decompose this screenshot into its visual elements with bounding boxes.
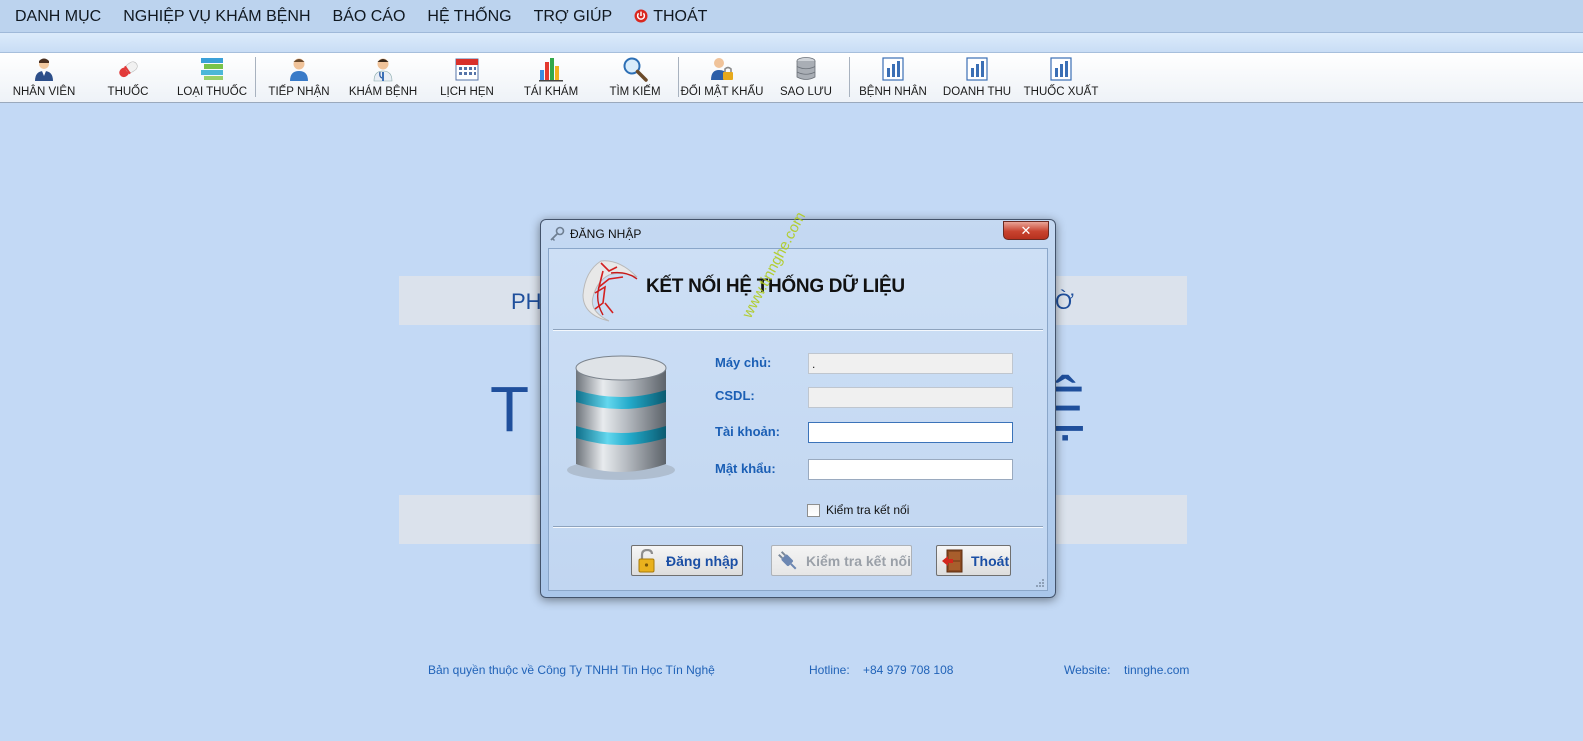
test-connection-button-label: Kiểm tra kết nối: [805, 552, 911, 569]
tool-thuoc-xuat[interactable]: THUỐC XUẤT: [1019, 53, 1103, 103]
tool-benh-nhan[interactable]: BỆNH NHÂN: [851, 53, 935, 103]
toolbar-separator: [678, 57, 679, 97]
banner-text-right: Ờ: [1055, 289, 1074, 314]
key-icon: [550, 226, 565, 241]
tool-tai-kham[interactable]: TÁI KHÁM: [509, 53, 593, 103]
footer-copyright: Bản quyền thuộc về Công Ty TNHH Tin Học …: [428, 663, 715, 677]
tool-label: LỊCH HẸN: [440, 86, 494, 98]
employee-icon: [35, 58, 53, 81]
category-list-icon: [201, 58, 223, 80]
tool-nhan-vien[interactable]: NHÂN VIÊN: [2, 53, 86, 103]
database-icon: [567, 355, 675, 480]
tool-tim-kiem[interactable]: TÌM KIẾM: [593, 53, 677, 103]
database-input[interactable]: [808, 387, 1013, 408]
tool-label: THUỐC XUẤT: [1023, 86, 1099, 98]
divider: [553, 329, 1043, 331]
plug-icon: [778, 550, 797, 569]
toolbar-separator: [255, 57, 256, 97]
menu-thoat-label: THOÁT: [653, 7, 708, 25]
tool-sao-luu[interactable]: SAO LƯU: [764, 53, 848, 103]
tool-label: KHÁM BỆNH: [348, 86, 418, 98]
report-icon: [1050, 57, 1072, 81]
menu-nghiep-vu-kham-benh[interactable]: NGHIỆP VỤ KHÁM BỆNH: [112, 0, 321, 33]
close-icon: ✕: [1020, 222, 1032, 238]
divider: [553, 526, 1043, 528]
tool-doi-mat-khau[interactable]: ĐỔI MẬT KHẨU: [680, 53, 764, 103]
big-title-left: T: [490, 373, 530, 445]
bar-chart-icon: [539, 58, 563, 82]
tool-label: LOẠI THUỐC: [176, 86, 248, 98]
menu-thoat[interactable]: THOÁT: [623, 0, 718, 33]
user-lock-icon: [711, 58, 733, 80]
exit-button[interactable]: Thoát: [936, 545, 1011, 576]
password-input[interactable]: [808, 459, 1013, 480]
password-label: Mật khẩu:: [715, 461, 776, 476]
footer-website-label: Website:: [1064, 663, 1111, 677]
footer-hotline: +84 979 708 108: [863, 663, 954, 677]
door-exit-icon: [942, 549, 963, 572]
checkbox-box[interactable]: [807, 503, 820, 517]
sql-server-logo-icon: [582, 260, 638, 322]
report-icon: [966, 57, 988, 81]
dialog-title: ĐĂNG NHẬP: [570, 227, 642, 241]
banner-text-left: PH: [511, 289, 542, 314]
database-label: CSDL:: [715, 388, 755, 403]
account-label: Tài khoản:: [715, 424, 781, 439]
server-label: Máy chủ:: [715, 355, 772, 370]
login-dialog: ĐĂNG NHẬP ✕ KẾT NỐI HỆ THỐNG DỮ LIỆU www…: [540, 209, 1056, 598]
tool-doanh-thu[interactable]: DOANH THU: [935, 53, 1019, 103]
tool-label: DOANH THU: [942, 86, 1012, 98]
close-button[interactable]: ✕: [1003, 221, 1049, 240]
unlock-icon: [638, 548, 655, 572]
tool-label: TIẾP NHẬN: [268, 86, 330, 98]
toolbar-separator: [849, 57, 850, 97]
toolbar: NHÂN VIÊN THUỐC LOẠI THUỐC TIẾP NHẬN KHÁ…: [0, 53, 1583, 103]
server-input[interactable]: [808, 353, 1013, 374]
footer-hotline-label: Hotline:: [809, 663, 850, 677]
tool-loai-thuoc[interactable]: LOẠI THUỐC: [170, 53, 254, 103]
tool-label: TÁI KHÁM: [523, 86, 579, 98]
dialog-body: KẾT NỐI HỆ THỐNG DỮ LIỆU www.tinnghe.com…: [548, 209, 1048, 591]
menu-bao-cao[interactable]: BÁO CÁO: [322, 0, 417, 33]
tool-label: ĐỔI MẬT KHẨU: [680, 86, 764, 98]
power-icon: [634, 9, 648, 23]
doctor-icon: [373, 58, 393, 82]
menu-tro-giup[interactable]: TRỢ GIÚP: [523, 0, 624, 33]
tool-thuoc[interactable]: THUỐC: [86, 53, 170, 103]
menu-danh-muc[interactable]: DANH MỤC: [4, 0, 112, 33]
resize-grip-icon[interactable]: [1035, 578, 1045, 588]
footer-website: tinnghe.com: [1124, 663, 1190, 677]
ribbon-stripe: [0, 33, 1583, 53]
calendar-icon: [455, 58, 479, 81]
tool-label: THUỐC: [107, 86, 149, 98]
login-button[interactable]: Đăng nhập: [631, 545, 743, 576]
tool-lich-hen[interactable]: LỊCH HẸN: [425, 53, 509, 103]
account-input[interactable]: [808, 422, 1013, 443]
login-button-label: Đăng nhập: [666, 552, 739, 569]
test-connection-button[interactable]: Kiểm tra kết nối: [771, 545, 912, 576]
tool-kham-benh[interactable]: KHÁM BỆNH: [341, 53, 425, 103]
exit-button-label: Thoát: [971, 552, 1010, 569]
tool-tiep-nhan[interactable]: TIẾP NHẬN: [257, 53, 341, 103]
report-icon: [882, 57, 904, 81]
tool-label: TÌM KIẾM: [609, 86, 661, 98]
test-connection-checkbox[interactable]: Kiểm tra kết nối: [807, 503, 909, 517]
menu-bar: DANH MỤC NGHIỆP VỤ KHÁM BỆNH BÁO CÁO HỆ …: [0, 0, 1583, 33]
tool-label: NHÂN VIÊN: [12, 86, 76, 98]
tool-label: SAO LƯU: [779, 86, 832, 98]
tool-label: BỆNH NHÂN: [859, 86, 927, 98]
reception-icon: [290, 58, 308, 81]
pill-icon: [119, 61, 138, 78]
checkbox-label: Kiểm tra kết nối: [826, 503, 910, 517]
database-icon: [796, 57, 816, 80]
menu-he-thong[interactable]: HỆ THỐNG: [416, 0, 522, 33]
search-icon: [623, 57, 648, 82]
